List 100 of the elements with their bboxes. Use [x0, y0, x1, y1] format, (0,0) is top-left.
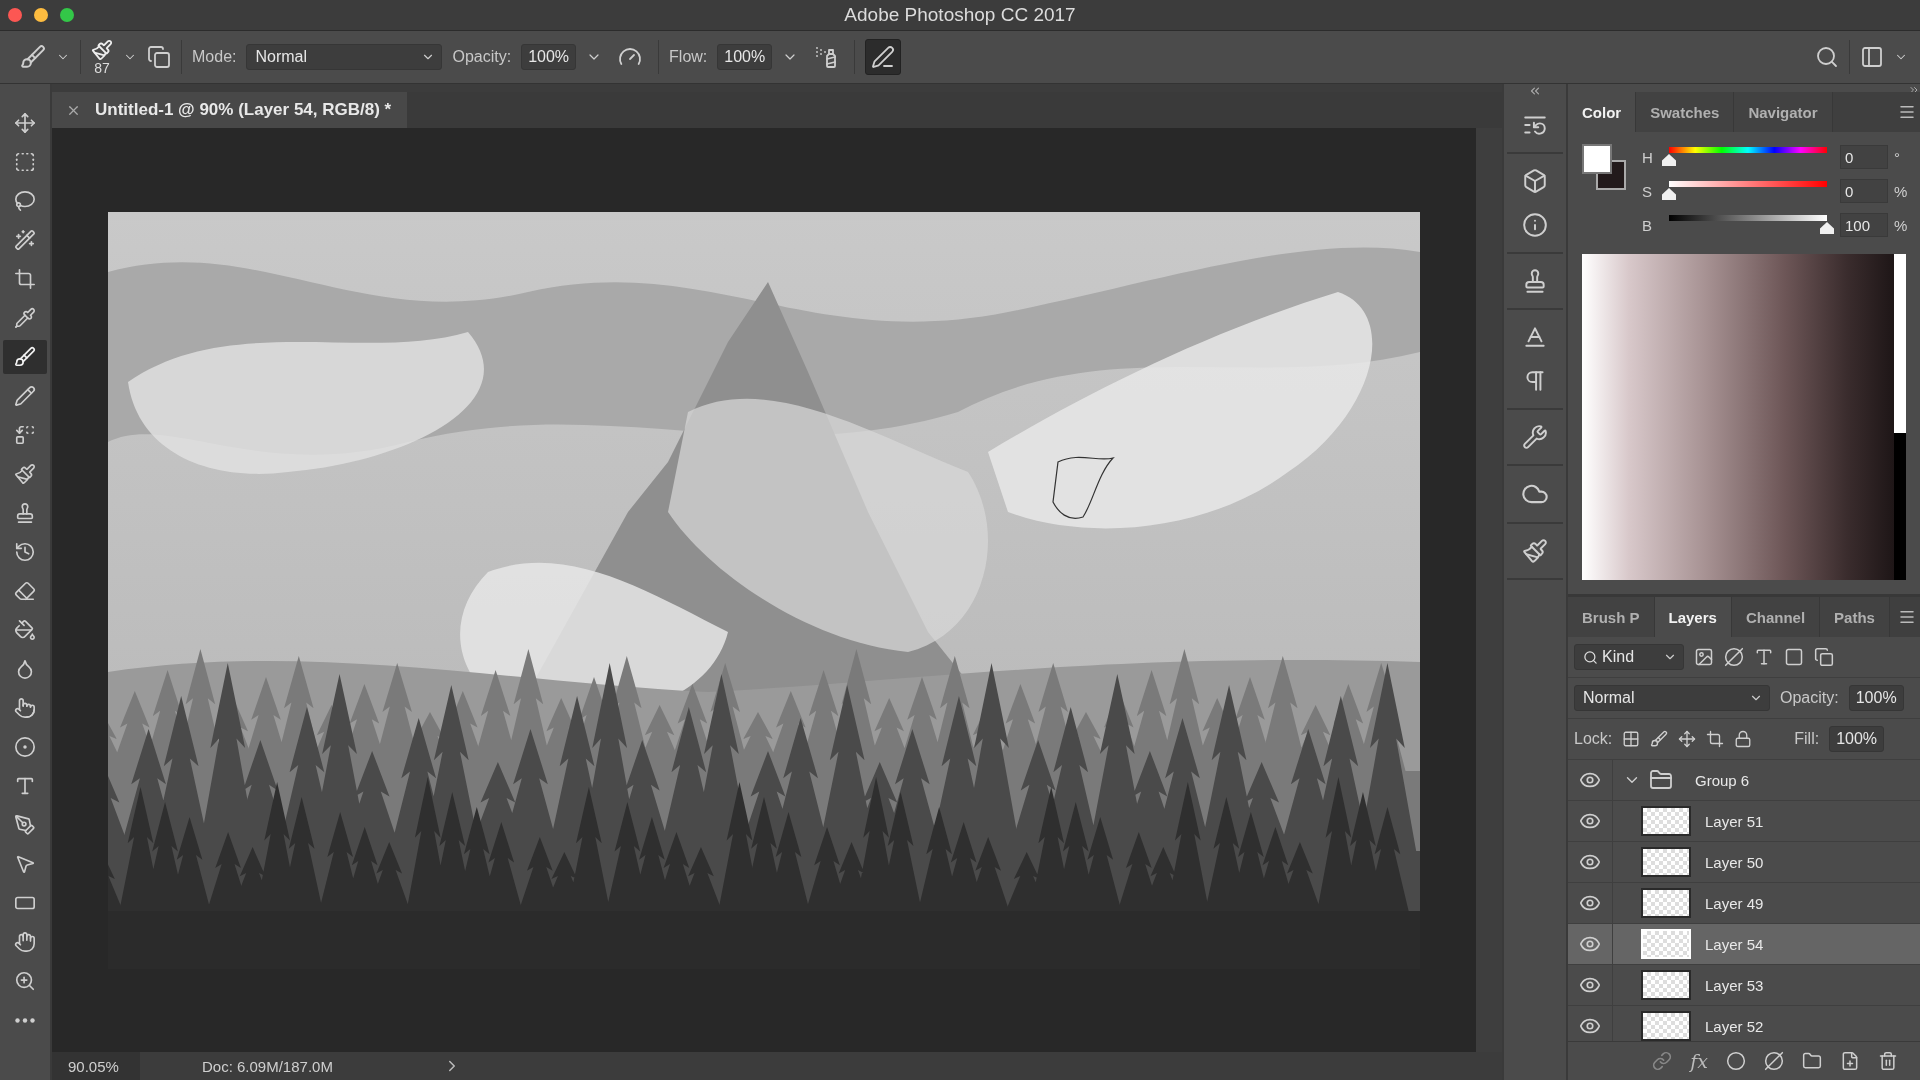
layer-thumbnail: [1641, 888, 1691, 918]
fill-label: Fill:: [1794, 730, 1820, 748]
brightness-ramp[interactable]: [1894, 254, 1906, 580]
new-layer-icon[interactable]: [1840, 1051, 1860, 1071]
mode-label: Mode:: [192, 48, 237, 66]
flow-field[interactable]: 100%: [717, 44, 773, 70]
image-icon[interactable]: [1694, 647, 1714, 667]
flow-label: Flow:: [669, 48, 708, 66]
opacity-label: Opacity:: [452, 48, 512, 66]
move-icon: [14, 112, 36, 134]
filter-label: Kind: [1602, 648, 1635, 666]
eraser-icon: [14, 580, 36, 602]
layer-name: Group 6: [1695, 771, 1750, 789]
move-icon[interactable]: [1678, 730, 1697, 748]
close-button[interactable]: [8, 8, 22, 22]
slider-thumb[interactable]: [1662, 188, 1676, 200]
hand-icon: [14, 931, 36, 953]
pipette-icon: [14, 307, 36, 329]
panel-tab[interactable]: Layers: [1654, 597, 1732, 637]
layer-thumbnail: [1641, 929, 1691, 959]
stamp-icon: [14, 502, 36, 524]
pen-icon: [871, 45, 896, 69]
crop-icon[interactable]: [1706, 730, 1725, 748]
cursor-icon: [14, 853, 36, 875]
lock-icon[interactable]: [1734, 730, 1753, 748]
mask-icon[interactable]: [1726, 1051, 1746, 1071]
maximize-button[interactable]: [60, 8, 74, 22]
lasso-icon: [14, 190, 36, 212]
circle-dot-icon: [14, 736, 36, 758]
history-icon: [14, 541, 36, 563]
search-icon[interactable]: [1815, 45, 1839, 69]
type-icon[interactable]: [1754, 647, 1774, 667]
menu-icon[interactable]: [1898, 608, 1916, 626]
tool-button[interactable]: [3, 340, 47, 374]
brush-tip-button[interactable]: 87: [91, 39, 113, 75]
ellipsis-icon: [15, 1017, 35, 1023]
layer-name: Layer 53: [1705, 976, 1764, 994]
minimize-button[interactable]: [34, 8, 48, 22]
zoom-icon: [14, 970, 36, 992]
slider-label: S: [1642, 182, 1653, 200]
stamp-icon[interactable]: [1522, 268, 1548, 294]
value-field[interactable]: 100: [1840, 213, 1888, 237]
layer-thumbnail: [1641, 970, 1691, 1000]
layer-row[interactable]: Layer 50: [1568, 842, 1920, 883]
wrench-icon[interactable]: [1522, 424, 1548, 450]
opacity-field[interactable]: 100%: [521, 44, 577, 70]
trash-icon[interactable]: [1878, 1051, 1898, 1071]
lock-label: Lock:: [1574, 730, 1613, 748]
collapse-icon[interactable]: [1528, 84, 1542, 98]
value-field[interactable]: 0: [1840, 145, 1888, 169]
layer-row[interactable]: Layer 54: [1568, 924, 1920, 965]
pointing-hand-icon: [14, 697, 36, 719]
document-tab[interactable]: Untitled-1 @ 90% (Layer 54, RGB/8) *: [52, 92, 408, 128]
layer-row[interactable]: Group 6: [1568, 760, 1920, 801]
type-icon: [14, 775, 36, 797]
pressure-size-button[interactable]: [865, 39, 902, 75]
checker-icon[interactable]: [1622, 730, 1641, 748]
paintbrush-icon[interactable]: [1522, 538, 1548, 564]
character-icon[interactable]: [1522, 324, 1548, 350]
color-ramp[interactable]: [1582, 254, 1894, 580]
slider-label: H: [1642, 148, 1654, 166]
zoom-field[interactable]: 90.05%: [52, 1052, 140, 1080]
fill-field[interactable]: 100%: [1829, 726, 1885, 752]
spray-can-icon: [814, 45, 839, 69]
slider-thumb[interactable]: [1820, 222, 1834, 234]
layer-thumbnail: [1641, 847, 1691, 877]
slider-label: B: [1642, 216, 1653, 234]
document-size-info: Doc: 6.09M/187.0M: [202, 1057, 333, 1075]
layer-name: Layer 49: [1705, 894, 1764, 912]
panel-tab[interactable]: Color: [1568, 92, 1637, 132]
brush-icon: [14, 346, 36, 368]
layer-thumbnail: [1641, 806, 1691, 836]
square-icon[interactable]: [1784, 647, 1804, 667]
replace-icon: [14, 424, 36, 446]
opacity-field[interactable]: 100%: [1848, 685, 1904, 711]
pen-icon: [14, 814, 36, 836]
layer-row[interactable]: Layer 49: [1568, 883, 1920, 924]
fx-button[interactable]: fx: [1690, 1050, 1708, 1072]
brush-icon[interactable]: [20, 44, 46, 70]
layer-name: Layer 50: [1705, 853, 1764, 871]
layer-name: Layer 52: [1705, 1017, 1764, 1035]
mode-select[interactable]: Normal: [246, 44, 443, 70]
paintbrush-icon: [14, 463, 36, 485]
slider-thumb[interactable]: [1662, 154, 1676, 166]
workspace-icon[interactable]: [1860, 45, 1884, 69]
paint-bucket-icon: [14, 619, 36, 641]
link-icon[interactable]: [1652, 1051, 1673, 1071]
filter-select[interactable]: Kind: [1574, 644, 1684, 670]
folder-icon[interactable]: [1802, 1051, 1822, 1071]
pencil-icon: [14, 385, 36, 407]
layer-row[interactable]: Layer 53: [1568, 965, 1920, 1006]
layer-thumbnail: [1641, 1011, 1691, 1041]
brush-icon[interactable]: [1650, 730, 1669, 748]
blend-mode-select[interactable]: Normal: [1574, 685, 1770, 711]
wand-icon: [14, 229, 36, 251]
layer-row[interactable]: Layer 51: [1568, 801, 1920, 842]
cube-icon[interactable]: [1522, 168, 1548, 194]
info-icon[interactable]: [1522, 212, 1548, 238]
value-field[interactable]: 0: [1840, 179, 1888, 203]
menu-icon[interactable]: [1898, 103, 1916, 121]
